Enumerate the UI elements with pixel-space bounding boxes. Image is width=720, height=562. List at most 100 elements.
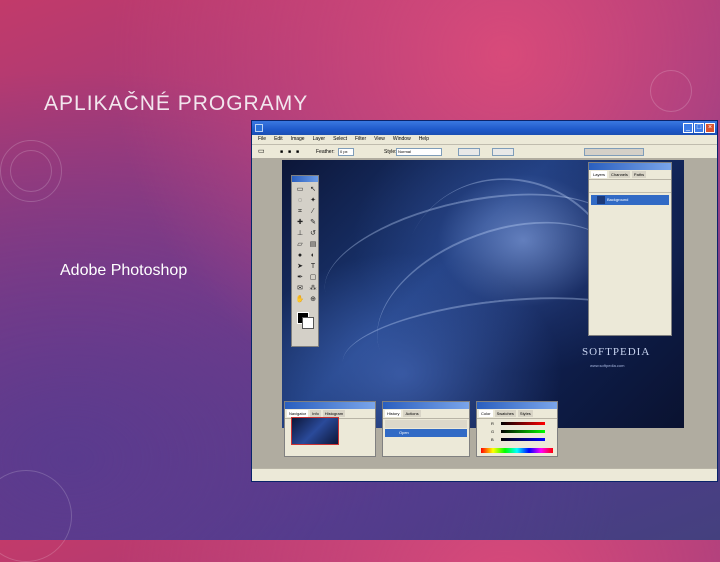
tab-styles[interactable]: Styles (517, 410, 533, 417)
add-selection-icon[interactable]: ■ (288, 148, 291, 156)
height-input[interactable] (492, 148, 514, 156)
palette-well[interactable] (584, 148, 644, 156)
decorative-ring (10, 150, 52, 192)
menu-item-image[interactable]: Image (291, 135, 305, 144)
status-bar (252, 468, 717, 481)
color-slider-red[interactable]: R (481, 420, 553, 427)
shape-icon[interactable]: ▢ (308, 273, 318, 282)
toolbox-panel: ▭ ↖ ◌ ✦ ⌗ ⁄ ✚ ✎ ⊥ ↺ ▱ ▤ ● ◐ ➤ T ✒ ▢ ✉ ⁂ (291, 175, 319, 347)
layer-row-background[interactable]: Background (591, 195, 669, 205)
clone-stamp-icon[interactable]: ⊥ (295, 229, 305, 238)
layer-name: Background (607, 197, 629, 202)
tab-history[interactable]: History (385, 410, 402, 417)
gradient-icon[interactable]: ▤ (308, 240, 318, 249)
magic-wand-icon[interactable]: ✦ (308, 196, 318, 205)
history-panel-tabs: History Actions (383, 409, 469, 419)
dodge-icon[interactable]: ◐ (308, 251, 318, 260)
menu-item-layer[interactable]: Layer (313, 135, 326, 144)
tab-navigator[interactable]: Navigator (287, 410, 309, 417)
subtract-selection-icon[interactable]: ■ (296, 148, 299, 156)
tab-histogram[interactable]: Histogram (322, 410, 346, 417)
workspace: SOFTPEDIA www.softpedia.com ▭ ↖ ◌ ✦ ⌗ ⁄ … (252, 158, 717, 469)
color-ramp[interactable] (481, 448, 553, 453)
tab-layers[interactable]: Layers (591, 171, 608, 178)
menu-item-window[interactable]: Window (393, 135, 411, 144)
menu-item-view[interactable]: View (374, 135, 385, 144)
red-slider-track[interactable] (501, 422, 545, 425)
slide-title: APLIKAČNÉ PROGRAMY (44, 92, 309, 115)
lasso-icon[interactable]: ◌ (295, 196, 305, 205)
history-snapshot-row[interactable] (385, 420, 467, 428)
history-panel-header (383, 402, 469, 409)
layers-panel: Layers Channels Paths Background (588, 162, 672, 336)
green-slider-track[interactable] (501, 430, 545, 433)
menu-bar: File Edit Image Layer Select Filter View… (252, 135, 717, 145)
feather-input[interactable]: 0 px (338, 148, 354, 156)
softpedia-url: www.softpedia.com (590, 363, 625, 368)
history-panel: History Actions Open (382, 401, 470, 457)
pen-icon[interactable]: ✒ (295, 273, 305, 282)
photoshop-app-icon (255, 124, 263, 132)
channel-label-b: B (491, 437, 494, 442)
marquee-tool-icon[interactable]: ▭ (258, 148, 265, 156)
color-panel: Color Swatches Styles R G B (476, 401, 558, 457)
close-icon[interactable]: × (705, 123, 715, 133)
menu-item-file[interactable]: File (258, 135, 266, 144)
photoshop-screenshot: _ □ × File Edit Image Layer Select Filte… (251, 120, 718, 482)
hand-icon[interactable]: ✋ (295, 295, 305, 304)
style-value: Normal (398, 149, 411, 154)
marquee-icon[interactable]: ▭ (295, 185, 305, 194)
tab-swatches[interactable]: Swatches (494, 410, 516, 417)
history-row-open[interactable]: Open (385, 429, 467, 437)
navigator-panel: Navigator Info Histogram (284, 401, 376, 457)
menu-item-help[interactable]: Help (419, 135, 429, 144)
softpedia-watermark: SOFTPEDIA (582, 346, 651, 358)
brush-icon[interactable]: ✎ (308, 218, 318, 227)
color-panel-tabs: Color Swatches Styles (477, 409, 557, 419)
eyedropper-icon[interactable]: ⁂ (308, 284, 318, 293)
history-row-label: Open (399, 430, 409, 435)
color-slider-green[interactable]: G (481, 428, 553, 435)
window-titlebar: _ □ × (252, 121, 717, 135)
layer-blend-controls (589, 180, 671, 193)
type-icon[interactable]: T (308, 262, 318, 271)
tab-color[interactable]: Color (479, 410, 493, 417)
slide-subtitle: Adobe Photoshop (60, 262, 188, 279)
eraser-icon[interactable]: ▱ (295, 240, 305, 249)
background-color-swatch[interactable] (302, 317, 314, 329)
layers-panel-header (589, 163, 671, 170)
menu-item-edit[interactable]: Edit (274, 135, 283, 144)
new-selection-icon[interactable]: ■ (280, 148, 283, 156)
color-panel-header (477, 402, 557, 409)
menu-item-select[interactable]: Select (333, 135, 347, 144)
crop-icon[interactable]: ⌗ (295, 207, 305, 216)
tab-channels[interactable]: Channels (609, 171, 630, 178)
layers-panel-tabs: Layers Channels Paths (589, 170, 671, 180)
tab-actions[interactable]: Actions (403, 410, 421, 417)
style-select[interactable]: Normal (396, 148, 442, 156)
healing-brush-icon[interactable]: ✚ (295, 218, 305, 227)
path-selection-icon[interactable]: ➤ (295, 262, 305, 271)
channel-label-g: G (491, 429, 495, 434)
zoom-icon[interactable]: ⊕ (308, 295, 318, 304)
tab-info[interactable]: Info (310, 410, 321, 417)
tab-paths[interactable]: Paths (631, 171, 647, 178)
width-input[interactable] (458, 148, 480, 156)
notes-icon[interactable]: ✉ (295, 284, 305, 293)
feather-value: 0 px (340, 149, 348, 154)
tool-grid: ▭ ↖ ◌ ✦ ⌗ ⁄ ✚ ✎ ⊥ ↺ ▱ ▤ ● ◐ ➤ T ✒ ▢ ✉ ⁂ (292, 182, 318, 307)
blue-slider-track[interactable] (501, 438, 545, 441)
history-brush-icon[interactable]: ↺ (308, 229, 318, 238)
color-slider-blue[interactable]: B (481, 436, 553, 443)
slice-icon[interactable]: ⁄ (308, 207, 318, 216)
channel-label-r: R (491, 421, 494, 426)
navigator-thumbnail[interactable] (291, 417, 339, 445)
maximize-icon[interactable]: □ (694, 123, 704, 133)
navigator-panel-header (285, 402, 375, 409)
move-icon[interactable]: ↖ (308, 185, 318, 194)
blur-icon[interactable]: ● (295, 251, 305, 260)
style-label: Style: (384, 149, 397, 155)
feather-label: Feather: (316, 149, 335, 155)
menu-item-filter[interactable]: Filter (355, 135, 366, 144)
minimize-icon[interactable]: _ (683, 123, 693, 133)
